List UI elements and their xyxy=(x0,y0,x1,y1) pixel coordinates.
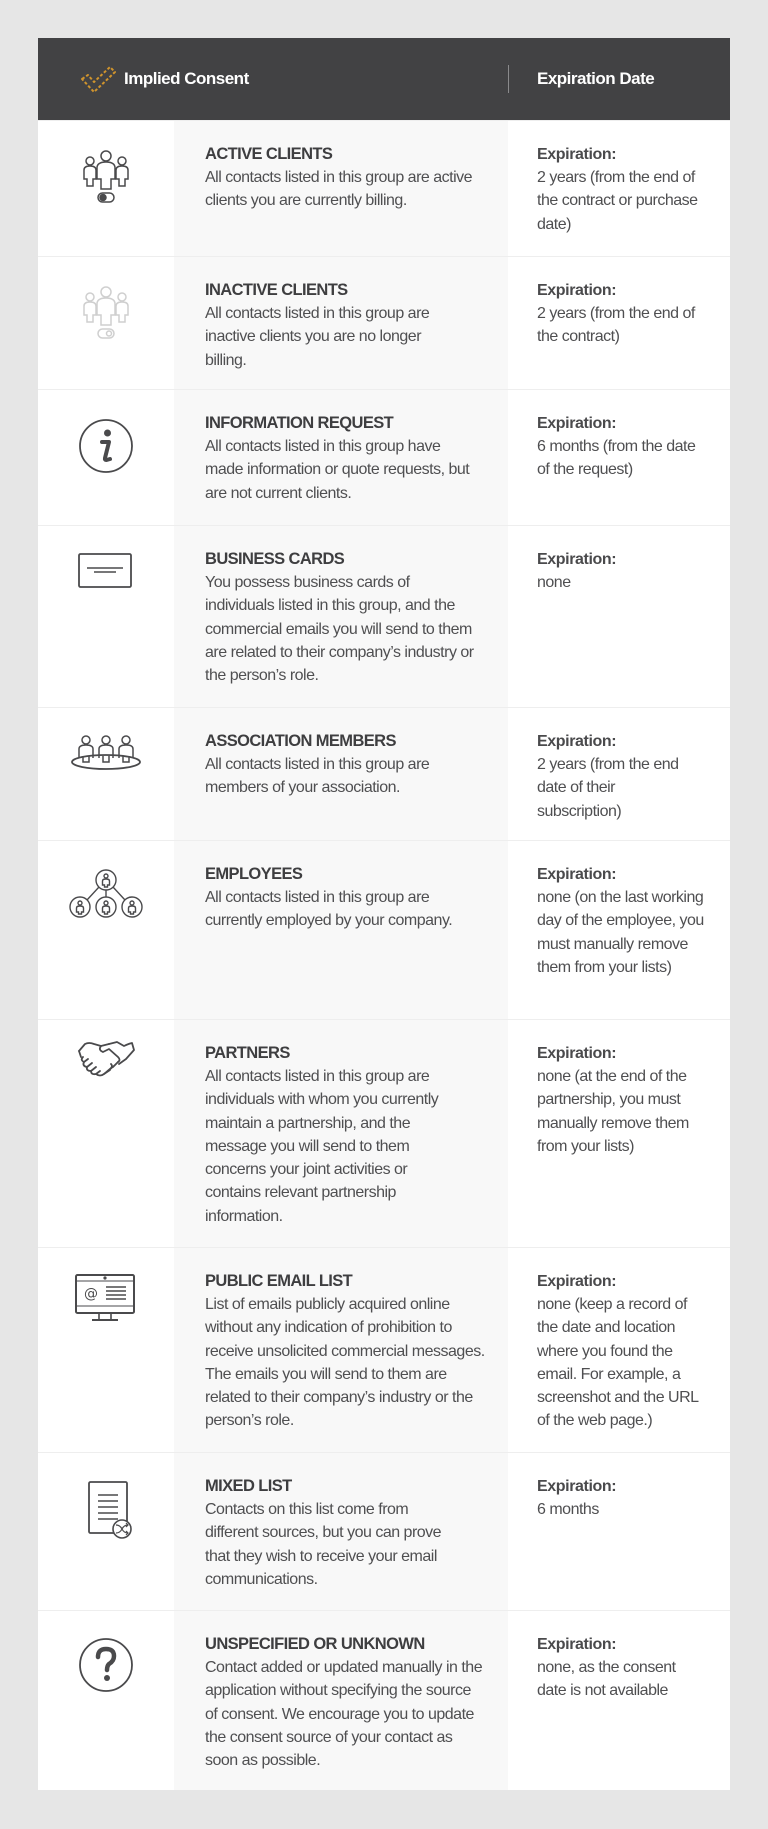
row-title: ACTIVE CLIENTS xyxy=(205,145,333,163)
implied-consent-table: Implied Consent Expiration Date ACTIVE C… xyxy=(38,38,730,1790)
expiration-value: 6 months (from the date of the request) xyxy=(537,438,696,479)
svg-text:@: @ xyxy=(84,1286,98,1302)
table-row: EMPLOYEES All contacts listed in this gr… xyxy=(38,840,730,1019)
expiration-label: Expiration: xyxy=(537,1478,617,1495)
expiration-label: Expiration: xyxy=(537,282,617,299)
row-description: You possess business cards of individual… xyxy=(205,574,474,685)
active-clients-icon xyxy=(76,149,136,205)
question-icon xyxy=(78,1637,134,1693)
association-icon xyxy=(71,734,141,774)
row-description: All contacts listed in this group have m… xyxy=(205,438,470,502)
table-row: BUSINESS CARDS You possess business card… xyxy=(38,525,730,707)
expiration-label: Expiration: xyxy=(537,1636,617,1653)
row-title: ASSOCIATION MEMBERS xyxy=(205,732,396,750)
info-icon xyxy=(78,418,134,474)
row-title: UNSPECIFIED OR UNKNOWN xyxy=(205,1635,425,1653)
row-description: All contacts listed in this group are in… xyxy=(205,305,430,369)
table-row: PARTNERS All contacts listed in this gro… xyxy=(38,1019,730,1247)
table-row: ACTIVE CLIENTS All contacts listed in th… xyxy=(38,120,730,256)
row-title: INACTIVE CLIENTS xyxy=(205,281,348,299)
inactive-clients-icon xyxy=(76,285,136,341)
table-row: ASSOCIATION MEMBERS All contacts listed … xyxy=(38,707,730,840)
table-row: @ PUBLIC EMAIL LIST List of emails publi… xyxy=(38,1247,730,1452)
expiration-value: none (keep a record of the date and loca… xyxy=(537,1296,698,1430)
table-row: INACTIVE CLIENTS All contacts listed in … xyxy=(38,256,730,389)
header-divider xyxy=(508,65,509,93)
expiration-label: Expiration: xyxy=(537,1273,617,1290)
row-title: MIXED LIST xyxy=(205,1477,292,1495)
table-row: MIXED LIST Contacts on this list come fr… xyxy=(38,1452,730,1610)
handshake-icon xyxy=(76,1038,136,1078)
row-description: All contacts listed in this group are cu… xyxy=(205,889,453,930)
expiration-value: none, as the consent date is not availab… xyxy=(537,1659,676,1700)
org-chart-icon xyxy=(68,869,144,919)
expiration-label: Expiration: xyxy=(537,1045,617,1062)
expiration-value: 2 years (from the end of the contract or… xyxy=(537,169,698,233)
header-consent-column: Implied Consent xyxy=(38,64,508,94)
expiration-value: 6 months xyxy=(537,1501,599,1518)
row-description: Contact added or updated manually in the… xyxy=(205,1659,483,1770)
expiration-label: Expiration: xyxy=(537,551,617,568)
expiration-label: Expiration: xyxy=(537,415,617,432)
row-title: PUBLIC EMAIL LIST xyxy=(205,1272,353,1290)
expiration-label: Expiration: xyxy=(537,866,617,883)
row-title: PARTNERS xyxy=(205,1044,290,1062)
row-description: All contacts listed in this group are ac… xyxy=(205,169,473,210)
header-title: Implied Consent xyxy=(124,69,249,88)
expiration-value: 2 years (from the end date of their subs… xyxy=(537,756,679,820)
row-title: EMPLOYEES xyxy=(205,865,303,883)
row-title: INFORMATION REQUEST xyxy=(205,414,394,432)
business-card-icon xyxy=(78,553,134,589)
expiration-label: Expiration: xyxy=(537,146,617,163)
row-title: BUSINESS CARDS xyxy=(205,550,345,568)
expiration-value: 2 years (from the end of the contract) xyxy=(537,305,695,346)
table-row: UNSPECIFIED OR UNKNOWN Contact added or … xyxy=(38,1610,730,1790)
dashed-checkmark-icon xyxy=(78,64,118,94)
table-row: INFORMATION REQUEST All contacts listed … xyxy=(38,389,730,525)
header-expiration-title: Expiration Date xyxy=(537,69,655,88)
expiration-value: none (at the end of the partnership, you… xyxy=(537,1068,689,1155)
table-header: Implied Consent Expiration Date xyxy=(38,38,730,120)
document-shuffle-icon xyxy=(80,1481,132,1541)
row-description: All contacts listed in this group are in… xyxy=(205,1068,439,1225)
expiration-value: none (on the last working day of the emp… xyxy=(537,889,704,976)
monitor-email-icon: @ xyxy=(75,1274,137,1324)
row-description: All contacts listed in this group are me… xyxy=(205,756,430,797)
expiration-value: none xyxy=(537,574,571,591)
row-description: List of emails publicly acquired online … xyxy=(205,1296,485,1430)
row-description: Contacts on this list come from differen… xyxy=(205,1501,442,1588)
expiration-label: Expiration: xyxy=(537,733,617,750)
